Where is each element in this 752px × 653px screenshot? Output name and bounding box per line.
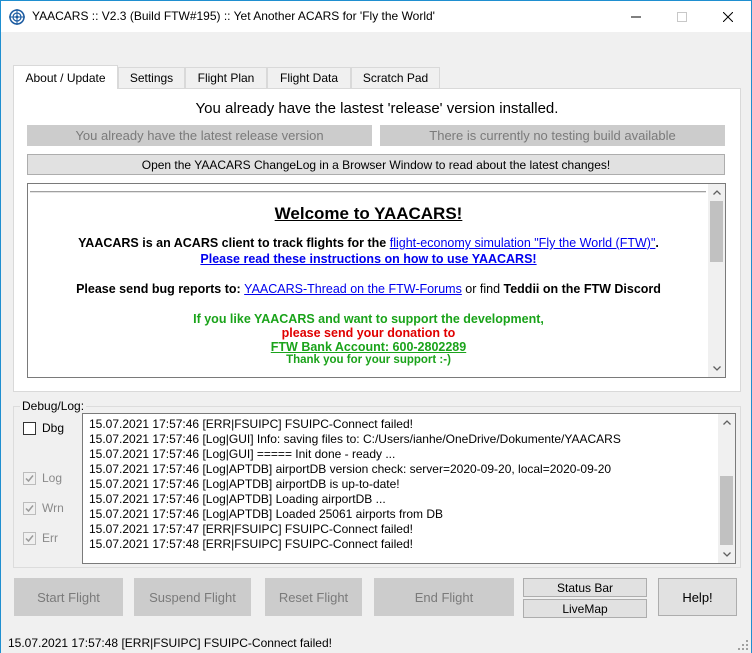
log-line: 15.07.2021 17:57:46 [Log|GUI] ===== Init… [89,447,396,461]
log-line: 15.07.2021 17:57:46 [Log|GUI] Info: savi… [89,432,621,446]
bug-report-line: Please send bug reports to: YAACARS-Thre… [28,282,709,296]
end-flight-button: End Flight [374,578,514,616]
intro-line: YAACARS is an ACARS client to track flig… [28,236,709,250]
status-text: 15.07.2021 17:57:48 [ERR|FSUIPC] FSUIPC-… [8,636,332,650]
checkbox-box [23,531,36,545]
bank-account-line: FTW Bank Account: 600-2802289 [270,340,467,354]
reset-flight-button: Reset Flight [265,578,362,616]
donation-line: please send your donation to [281,326,456,340]
livemap-button[interactable]: LiveMap [523,599,647,618]
radar-target-icon [9,9,25,25]
log-line: 15.07.2021 17:57:46 [Log|APTDB] Loaded 2… [89,507,444,521]
status-bar: 15.07.2021 17:57:48 [ERR|FSUIPC] FSUIPC-… [1,631,751,653]
app-window: YAACARS :: V2.3 (Build FTW#195) :: Yet A… [0,0,752,653]
support-line: If you like YAACARS and want to support … [193,312,544,326]
version-headline: You already have the lastest 'release' v… [195,100,559,117]
tab-flight-plan[interactable]: Flight Plan [185,67,267,88]
tab-scratch-pad[interactable]: Scratch Pad [351,67,440,88]
scroll-up-button[interactable] [718,414,735,431]
info-browser: Welcome to YAACARS! YAACARS is an ACARS … [27,183,726,378]
log-line: 15.07.2021 17:57:46 [Log|APTDB] Loading … [89,492,386,506]
discord-text: Teddii on the FTW Discord [503,282,661,296]
log-checkbox: Log [23,471,62,485]
log-line: 15.07.2021 17:57:48 [ERR|FSUIPC] FSUIPC-… [89,537,413,551]
checkbox-box[interactable] [23,421,36,435]
resize-grip-icon[interactable] [738,640,748,650]
window-title: YAACARS :: V2.3 (Build FTW#195) :: Yet A… [32,9,435,23]
minimize-icon [631,16,641,17]
start-flight-button: Start Flight [14,578,123,616]
scroll-thumb[interactable] [710,201,723,262]
log-textbox[interactable]: 15.07.2021 17:57:46 [ERR|FSUIPC] FSUIPC-… [82,413,736,564]
log-line: 15.07.2021 17:57:46 [ERR|FSUIPC] FSUIPC-… [89,417,413,431]
divider [30,191,706,193]
log-scrollbar[interactable] [718,414,735,563]
tab-label: Flight Data [279,71,339,85]
log-line: 15.07.2021 17:57:46 [Log|APTDB] airportD… [89,477,400,491]
checkbox-label: Log [42,471,63,485]
scroll-down-button[interactable] [708,360,725,377]
suspend-flight-button: Suspend Flight [134,578,251,616]
about-tab-panel: You already have the lastest 'release' v… [13,88,741,392]
instructions-link[interactable]: Please read these instructions on how to… [200,252,536,266]
dbg-checkbox[interactable]: Dbg [23,421,64,435]
welcome-heading: Welcome to YAACARS! [274,204,463,223]
chevron-up-icon [712,190,721,195]
status-bar-button[interactable]: Status Bar [523,578,647,597]
close-icon [723,11,733,22]
wrn-checkbox: Wrn [23,501,64,515]
tab-label: Scratch Pad [362,71,429,85]
checkmark-icon [25,534,34,542]
title-bar[interactable]: YAACARS :: V2.3 (Build FTW#195) :: Yet A… [1,1,751,32]
checkbox-box [23,471,36,485]
forum-thread-link[interactable]: YAACARS-Thread on the FTW-Forums [244,282,462,296]
checkbox-label: Dbg [42,421,65,435]
scroll-down-button[interactable] [718,546,735,563]
checkmark-icon [25,474,34,482]
scroll-thumb[interactable] [720,476,733,545]
tab-label: Settings [129,71,174,85]
bug-or-text: or find [461,282,504,296]
maximize-button [659,1,705,32]
bug-text: Please send bug reports to: [76,282,245,296]
intro-text: YAACARS is an ACARS client to track flig… [78,236,390,250]
changelog-button[interactable]: Open the YAACARS ChangeLog in a Browser … [27,154,725,175]
thanks-line: Thank you for your support :-) [286,354,451,366]
intro-end: . [655,236,659,250]
info-scrollbar[interactable] [708,184,725,377]
help-button[interactable]: Help! [658,578,737,616]
chevron-down-icon [722,552,731,557]
checkbox-label: Err [42,531,58,545]
testing-build-button: There is currently no testing build avai… [380,125,725,146]
maximize-icon [677,11,687,22]
chevron-up-icon [722,420,731,425]
tab-settings[interactable]: Settings [118,67,185,88]
instructions-line: Please read these instructions on how to… [28,252,709,266]
log-line: 15.07.2021 17:57:46 [Log|APTDB] airportD… [89,462,612,476]
ftw-link[interactable]: flight-economy simulation "Fly the World… [390,236,656,250]
checkbox-label: Wrn [42,501,64,515]
tab-label: Flight Plan [197,71,255,85]
tab-flight-data[interactable]: Flight Data [267,67,351,88]
minimize-button[interactable] [613,1,659,32]
tab-about-update[interactable]: About / Update [13,65,118,89]
chevron-down-icon [712,366,721,371]
info-content: Welcome to YAACARS! YAACARS is an ACARS … [28,184,709,377]
tab-label: About / Update [25,70,106,85]
debug-log-label: Debug/Log: [20,399,87,413]
checkbox-box [23,501,36,515]
err-checkbox: Err [23,531,58,545]
scroll-up-button[interactable] [708,184,725,201]
close-button[interactable] [705,1,751,32]
checkmark-icon [25,504,34,512]
log-line: 15.07.2021 17:57:47 [ERR|FSUIPC] FSUIPC-… [89,522,413,536]
release-version-button: You already have the latest release vers… [27,125,372,146]
